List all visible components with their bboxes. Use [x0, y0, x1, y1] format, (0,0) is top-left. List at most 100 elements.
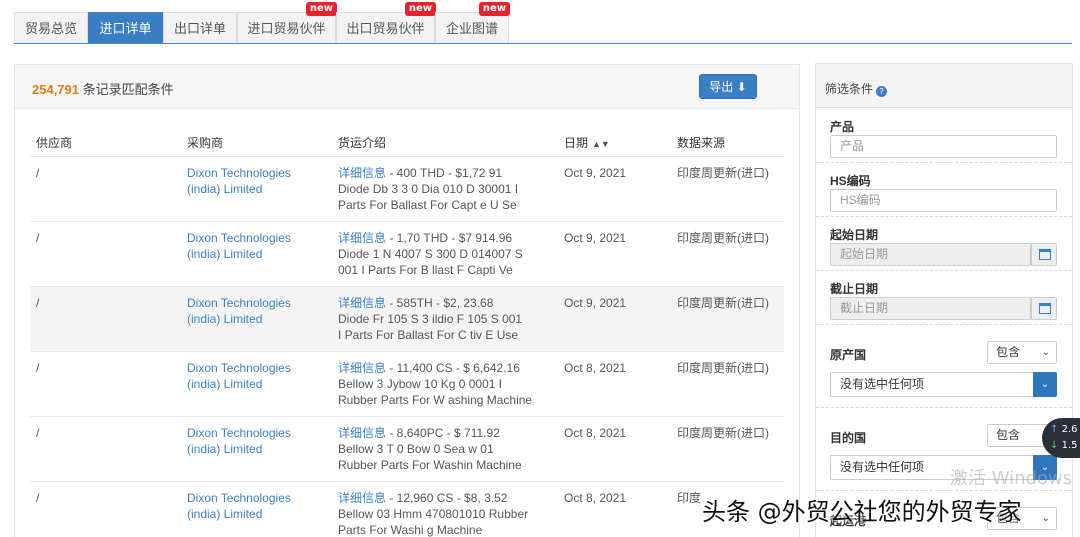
tab-import-details[interactable]: 进口详单: [88, 12, 163, 43]
table-header-row: 供应商 采购商 货运介绍 日期 ▲▼ 数据来源: [30, 130, 784, 157]
shipment-cell: 详细信息 - 11,400 CS - $ 6,642.16 Bellow 3 Jy…: [332, 351, 558, 417]
dest-mode-value: 包含: [996, 428, 1021, 442]
shipment-cell: 详细信息 - 12,960 CS - $8, 3.52 Bellow 03 Hmm…: [332, 481, 558, 537]
arrow-up-icon: ↑: [1050, 424, 1059, 435]
col-shipment: 货运介绍: [332, 130, 558, 157]
shipment-desc: 001 I Parts For B llast F Capti Ve: [338, 262, 513, 277]
end-date-input[interactable]: 截止日期: [830, 297, 1031, 320]
source-cell: 印度周更新(进口): [671, 286, 784, 352]
supplier-cell: /: [30, 416, 181, 482]
activate-windows-watermark: 激活 Windows: [950, 468, 1073, 489]
calendar-button[interactable]: [1031, 297, 1057, 320]
details-link[interactable]: 详细信息: [338, 426, 386, 440]
details-link[interactable]: 详细信息: [338, 361, 386, 375]
download-icon: ⬇: [736, 80, 747, 94]
shipment-summary: - 12,960 CS - $8, 3.52: [386, 490, 508, 505]
dest-label: 目的国: [830, 431, 867, 445]
shipment-desc: Bellow 3 T 0 Bow 0 Sea w 01: [338, 441, 494, 456]
date-cell: Oct 8, 2021: [558, 416, 671, 482]
shipment-desc: Parts For Ballast For Capt e U Se: [338, 197, 517, 212]
hs-code-input[interactable]: HS编码: [830, 189, 1057, 212]
supplier-cell: /: [30, 156, 181, 222]
tab-label: 贸易总览: [24, 21, 77, 36]
col-date-label: 日期: [564, 136, 589, 151]
buyer-link[interactable]: (india) Limited: [187, 181, 326, 197]
date-cell: Oct 9, 2021: [558, 221, 671, 287]
start-date-label: 起始日期: [830, 228, 879, 242]
col-source: 数据来源: [671, 130, 784, 157]
buyer-link[interactable]: (india) Limited: [187, 311, 326, 327]
buyer-link[interactable]: Dixon Technologies: [187, 295, 326, 311]
buyer-link[interactable]: (india) Limited: [187, 506, 326, 522]
date-cell: Oct 9, 2021: [558, 286, 671, 352]
buyer-link[interactable]: Dixon Technologies: [187, 425, 326, 441]
supplier-cell: /: [30, 286, 181, 352]
details-link[interactable]: 详细信息: [338, 491, 386, 505]
start-date-input[interactable]: 起始日期: [830, 243, 1031, 266]
buyer-link[interactable]: Dixon Technologies: [187, 360, 326, 376]
filter-product: 产品 产品: [816, 109, 1072, 163]
shipment-desc: I Parts For Ballast For C tiv E Use: [338, 327, 519, 342]
tab-label: 进口贸易伙伴: [247, 21, 326, 36]
tab-company-graph[interactable]: 企业图谱 new: [435, 2, 510, 43]
upload-speed: 2.6: [1061, 424, 1078, 435]
hs-label: HS编码: [830, 174, 871, 188]
shipment-summary: - 8,640PC - $ 711.92: [386, 425, 500, 440]
shipment-summary: - 11,400 CS - $ 6,642.16: [386, 360, 520, 375]
shipment-desc: Parts For Washi g Machine: [338, 522, 483, 537]
help-icon[interactable]: ?: [876, 86, 888, 97]
chevron-down-icon: ⌄: [1041, 513, 1050, 524]
table-row: / Dixon Technologies (india) Limited 详细信息…: [30, 286, 784, 352]
buyer-link[interactable]: Dixon Technologies: [187, 490, 326, 506]
col-supplier: 供应商: [30, 130, 181, 157]
origin-mode-select[interactable]: 包含 ⌄: [987, 341, 1057, 364]
tab-label: 出口贸易伙伴: [346, 21, 425, 36]
shipment-desc: Bellow 03 Hmm 470801010 Rubber: [338, 506, 529, 521]
buyer-link[interactable]: Dixon Technologies: [187, 165, 326, 181]
buyer-link[interactable]: Dixon Technologies: [187, 230, 326, 246]
tab-import-partners[interactable]: 进口贸易伙伴 new: [237, 2, 337, 43]
end-date-label: 截止日期: [830, 282, 879, 296]
details-link[interactable]: 详细信息: [338, 296, 386, 310]
buyer-cell[interactable]: Dixon Technologies (india) Limited: [181, 351, 332, 417]
filter-header: 筛选条件?: [816, 64, 1072, 108]
network-speed-widget[interactable]: ↑ 2.6 ↓ 1.5: [1042, 418, 1080, 458]
buyer-cell[interactable]: Dixon Technologies (india) Limited: [181, 286, 332, 352]
shipment-desc: Rubber Parts For W ashing Machine: [338, 392, 533, 407]
chevron-down-icon[interactable]: ⌄: [1033, 372, 1057, 397]
toutiao-watermark: 头条 @外贸公社您的外贸专家: [702, 498, 1022, 526]
buyer-link[interactable]: (india) Limited: [187, 246, 326, 262]
source-cell: 印度周更新(进口): [671, 416, 784, 482]
filter-title: 筛选条件: [825, 82, 874, 96]
filter-end-date: 截止日期 截止日期: [816, 271, 1072, 325]
buyer-cell[interactable]: Dixon Technologies (india) Limited: [181, 416, 332, 482]
filter-hs-code: HS编码 HS编码: [816, 163, 1072, 217]
details-link[interactable]: 详细信息: [338, 231, 386, 245]
calendar-icon: [1039, 303, 1051, 314]
chevron-down-icon: ⌄: [1041, 347, 1050, 358]
tab-export-details[interactable]: 出口详单: [163, 12, 237, 43]
buyer-cell[interactable]: Dixon Technologies (india) Limited: [181, 481, 332, 537]
calendar-button[interactable]: [1031, 243, 1057, 266]
tab-export-partners[interactable]: 出口贸易伙伴 new: [336, 2, 436, 43]
shipment-cell: 详细信息 - 585TH - $2, 23.68 Diode Fr 105 S 3…: [332, 286, 558, 352]
buyer-link[interactable]: (india) Limited: [187, 441, 326, 457]
record-count-number: 254,791: [32, 82, 79, 97]
tab-trade-overview[interactable]: 贸易总览: [14, 12, 88, 43]
shipment-desc: Rubber Parts For Washin Machine: [338, 457, 522, 472]
export-button[interactable]: 导出 ⬇: [699, 74, 757, 99]
buyer-link[interactable]: (india) Limited: [187, 376, 326, 392]
buyer-cell[interactable]: Dixon Technologies (india) Limited: [181, 221, 332, 287]
dest-selected-value: 没有选中任何项: [840, 460, 925, 474]
product-label: 产品: [830, 120, 855, 134]
arrow-down-icon: ↓: [1050, 440, 1059, 451]
buyer-cell[interactable]: Dixon Technologies (india) Limited: [181, 156, 332, 222]
details-link[interactable]: 详细信息: [338, 166, 386, 180]
shipment-desc: Diode Fr 105 S 3 ildio F 105 S 001: [338, 311, 523, 326]
record-count: 254,791 条记录匹配条件: [32, 79, 174, 98]
origin-country-select[interactable]: 没有选中任何项 ⌄: [830, 372, 1057, 397]
product-input[interactable]: 产品: [830, 135, 1057, 158]
col-date[interactable]: 日期 ▲▼: [558, 130, 671, 157]
source-cell: 印度周更新(进口): [671, 156, 784, 222]
new-badge: new: [305, 2, 337, 16]
